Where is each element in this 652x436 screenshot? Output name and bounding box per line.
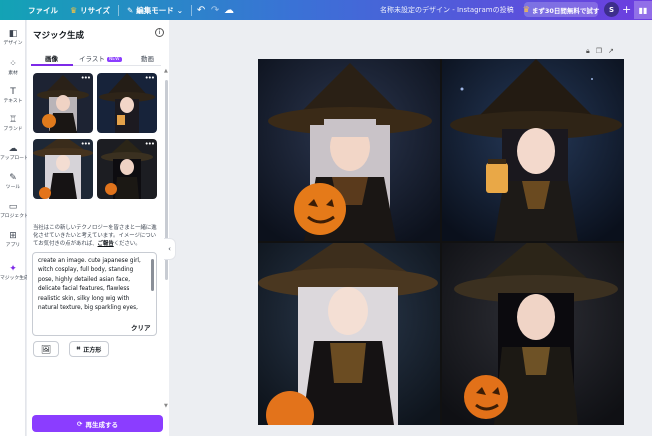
more-icon[interactable]: ••• bbox=[145, 74, 155, 82]
magic-media-panel: マジック生成 i 画像 イラスト NEW 動画 ▲ ▼ ••• ••• ••• … bbox=[27, 20, 169, 436]
add-icon[interactable]: + bbox=[622, 3, 631, 16]
generated-image[interactable] bbox=[442, 59, 624, 241]
share-icon[interactable]: ↗ bbox=[608, 47, 614, 56]
text-icon: T bbox=[10, 87, 16, 97]
rail-item-design[interactable]: ◧ デザイン bbox=[0, 29, 26, 47]
crown-icon: ♛ bbox=[70, 5, 78, 15]
more-icon[interactable]: ••• bbox=[145, 140, 155, 148]
rail-item-draw[interactable]: ✎ ツール bbox=[0, 173, 26, 191]
elements-icon: ⁘ bbox=[9, 59, 17, 69]
top-bar: ファイル ♛ リサイズ ✎ 編集モード ⌄ ↶ ↷ ☁ 名称未設定のデザイン -… bbox=[0, 0, 652, 20]
edit-mode-dropdown[interactable]: ✎ 編集モード ⌄ bbox=[121, 5, 189, 16]
refresh-icon: ⟳ bbox=[77, 419, 83, 428]
divider bbox=[117, 4, 119, 16]
redo-icon[interactable]: ↷ bbox=[208, 5, 222, 16]
result-thumbnail[interactable]: ••• bbox=[33, 139, 93, 199]
collapse-panel-handle[interactable]: ‹ bbox=[164, 238, 176, 260]
witch-girl-image bbox=[442, 243, 624, 425]
file-menu[interactable]: ファイル bbox=[22, 5, 64, 16]
pencil-icon: ✎ bbox=[126, 5, 134, 15]
tab-video[interactable]: 動画 bbox=[141, 53, 154, 63]
witch-thumbnail-image bbox=[97, 73, 157, 133]
clear-button[interactable]: クリア bbox=[131, 322, 151, 332]
scroll-down-icon[interactable]: ▼ bbox=[164, 403, 168, 409]
rail-item-projects[interactable]: ▭ プロジェクト bbox=[0, 202, 29, 220]
apps-icon: ⊞ bbox=[9, 231, 17, 241]
divider bbox=[191, 4, 193, 16]
draw-icon: ✎ bbox=[9, 173, 17, 183]
result-thumbnail[interactable]: ••• bbox=[97, 139, 157, 199]
panel-title: マジック生成 bbox=[33, 31, 85, 41]
generated-image[interactable] bbox=[442, 243, 624, 425]
cloud-sync-icon[interactable]: ☁ bbox=[222, 5, 236, 16]
undo-icon[interactable]: ↶ bbox=[194, 5, 208, 16]
rail-item-apps[interactable]: ⊞ アプリ bbox=[0, 231, 26, 249]
prompt-scrollbar[interactable] bbox=[151, 259, 154, 291]
rail-item-elements[interactable]: ⁘ 素材 bbox=[0, 59, 26, 77]
avatar[interactable]: S bbox=[604, 2, 619, 17]
chevron-down-icon: ⌄ bbox=[176, 5, 184, 15]
rail-item-magic-media[interactable]: ✦ マジック生成 bbox=[0, 264, 29, 282]
prompt-text[interactable]: create an image. cute japanese girl, wit… bbox=[38, 257, 148, 313]
lock-icon[interactable]: 🔒︎ bbox=[586, 47, 590, 56]
generated-image[interactable] bbox=[258, 243, 440, 425]
result-thumbnail[interactable]: ••• bbox=[33, 73, 93, 133]
witch-girl-image bbox=[442, 59, 624, 241]
folder-icon: ▭ bbox=[8, 202, 18, 212]
insights-icon[interactable]: ▮▮ bbox=[634, 1, 652, 19]
image-icon: 🖼 bbox=[40, 344, 52, 354]
resize-button[interactable]: ♛ リサイズ bbox=[64, 5, 116, 16]
rail-item-brand[interactable]: ♖ ブランド bbox=[0, 115, 26, 133]
brand-icon: ♖ bbox=[8, 115, 18, 125]
design-canvas[interactable] bbox=[258, 59, 624, 425]
result-thumbnail[interactable]: ••• bbox=[97, 73, 157, 133]
side-rail: ◧ デザイン ⁘ 素材 T テキスト ♖ ブランド ☁ アップロード ✎ ツール… bbox=[0, 20, 29, 436]
page-tools: 🔒︎ ❐ ↗ bbox=[586, 47, 614, 56]
magic-icon: ✦ bbox=[9, 264, 17, 274]
duplicate-icon[interactable]: ❐ bbox=[596, 47, 602, 56]
upload-icon: ☁ bbox=[8, 144, 18, 154]
more-icon[interactable]: ••• bbox=[81, 140, 91, 148]
info-icon[interactable]: i bbox=[155, 28, 164, 37]
scroll-up-icon[interactable]: ▲ bbox=[164, 68, 168, 74]
chevron-left-icon: ‹ bbox=[168, 245, 171, 253]
report-link[interactable]: ご報告 bbox=[98, 241, 114, 247]
new-badge: NEW bbox=[106, 57, 122, 62]
more-icon[interactable]: ••• bbox=[81, 74, 91, 82]
aspect-ratio-button[interactable]: ⌗ 正方形 bbox=[69, 341, 109, 357]
add-reference-image-button[interactable]: 🖼 bbox=[33, 341, 59, 357]
crown-icon: ♛ bbox=[522, 5, 530, 14]
prompt-textarea[interactable]: create an image. cute japanese girl, wit… bbox=[32, 252, 157, 336]
witch-thumbnail-image bbox=[33, 73, 93, 133]
witch-girl-image bbox=[258, 243, 440, 425]
witch-thumbnail-image bbox=[33, 139, 93, 199]
design-icon: ◧ bbox=[8, 29, 18, 39]
active-tab-indicator bbox=[31, 64, 73, 66]
rail-item-upload[interactable]: ☁ アップロード bbox=[0, 144, 29, 162]
feedback-disclaimer: 当社はこの新しいテクノロジーを皆さまと一緒に進化させていきたいと考えています。イ… bbox=[33, 225, 157, 247]
media-tabs: 画像 イラスト NEW 動画 bbox=[31, 50, 161, 66]
crop-icon: ⌗ bbox=[76, 345, 81, 352]
witch-thumbnail-image bbox=[97, 139, 157, 199]
rail-item-text[interactable]: T テキスト bbox=[0, 87, 26, 105]
tab-image[interactable]: 画像 bbox=[45, 53, 58, 63]
free-trial-button[interactable]: ♛ まず30日間無料で試す bbox=[522, 2, 599, 17]
tab-illust[interactable]: イラスト NEW bbox=[79, 53, 122, 63]
generated-image[interactable] bbox=[258, 59, 440, 241]
regenerate-button[interactable]: ⟳ 再生成する bbox=[32, 415, 163, 432]
document-title[interactable]: 名称未設定のデザイン - Instagramの投稿 bbox=[380, 5, 514, 15]
witch-girl-image bbox=[258, 59, 440, 241]
